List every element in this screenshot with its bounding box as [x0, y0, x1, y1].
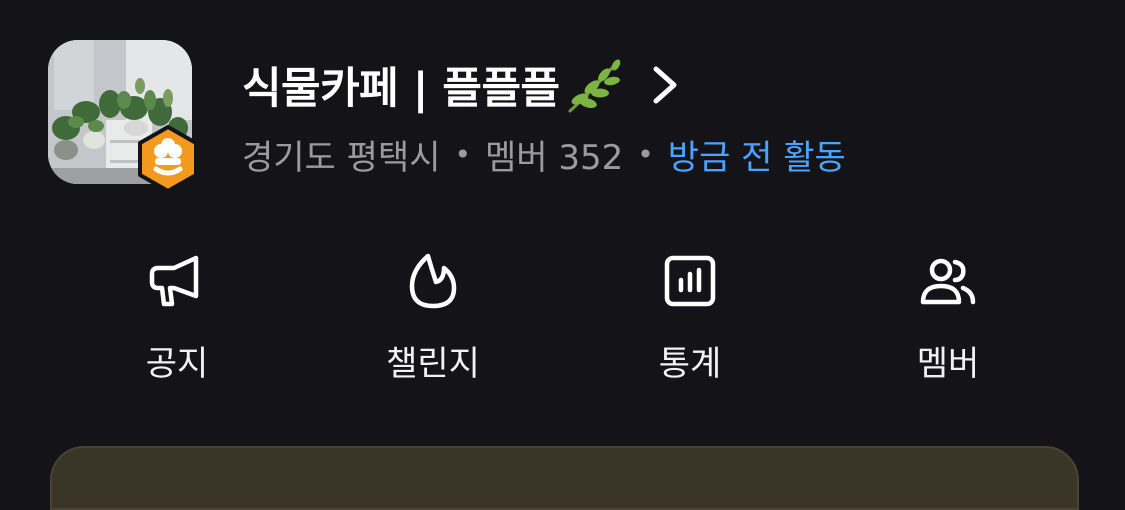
cafe-menu: 공지 챌린지 통계 멤버	[0, 250, 1125, 400]
bar-chart-icon	[664, 255, 716, 307]
cafe-title: 식물카페 | 플플플	[242, 64, 560, 114]
cafe-badge-icon	[136, 125, 200, 193]
cafe-member-count: 멤버 352	[485, 137, 624, 178]
menu-challenge-label: 챌린지	[386, 344, 480, 384]
cafe-avatar[interactable]	[48, 40, 200, 193]
herb-leaf-icon	[562, 55, 626, 115]
cafe-header: 식물카페 | 플플플 경기도 평택시 • 멤버 352 • 방금 전 활동	[48, 40, 1078, 200]
menu-stats-button[interactable]: 통계	[610, 250, 770, 400]
flame-icon	[409, 253, 457, 309]
people-icon	[920, 258, 976, 305]
menu-notice-label: 공지	[145, 344, 209, 384]
chevron-right-icon	[646, 63, 686, 107]
cafe-title-row[interactable]: 식물카페 | 플플플	[242, 50, 686, 120]
menu-members-button[interactable]: 멤버	[868, 250, 1028, 400]
meta-separator: •	[637, 137, 654, 171]
megaphone-icon	[149, 255, 199, 307]
bottom-banner-card[interactable]	[50, 446, 1079, 510]
cafe-location: 경기도 평택시	[242, 137, 441, 178]
menu-members-label: 멤버	[916, 344, 980, 384]
cafe-activity-status: 방금 전 활동	[667, 137, 846, 178]
cafe-meta-row: 경기도 평택시 • 멤버 352 • 방금 전 활동	[242, 132, 846, 178]
meta-separator: •	[454, 137, 472, 171]
menu-notice-button[interactable]: 공지	[97, 250, 257, 400]
menu-stats-label: 통계	[658, 344, 722, 384]
menu-challenge-button[interactable]: 챌린지	[353, 250, 513, 400]
